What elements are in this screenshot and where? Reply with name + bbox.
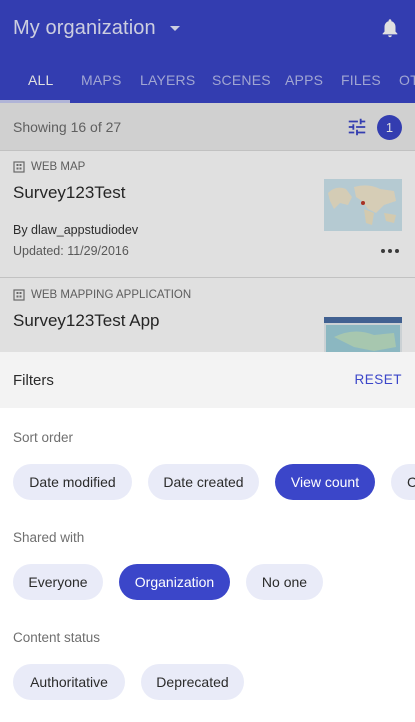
item-title: Survey123Test — [13, 183, 126, 202]
organization-icon — [13, 161, 25, 173]
shared-with-label: Shared with — [13, 530, 85, 545]
org-selector[interactable]: My organization — [13, 16, 180, 40]
tab-other[interactable]: OT — [399, 66, 415, 103]
shared-everyone-chip[interactable]: Everyone — [13, 564, 103, 600]
tab-apps[interactable]: APPS — [285, 66, 323, 103]
organization-icon — [13, 289, 25, 301]
org-title: My organization — [13, 16, 156, 39]
shared-organization-chip[interactable]: Organization — [119, 564, 230, 600]
active-filter-count-badge[interactable]: 1 — [377, 115, 402, 140]
caret-down-icon — [169, 25, 180, 31]
sort-order-label: Sort order — [13, 430, 74, 445]
item-type: WEB MAPPING APPLICATION — [13, 289, 191, 301]
tab-scenes[interactable]: SCENES — [212, 66, 271, 103]
item-updated: Updated: 11/29/2016 — [13, 244, 129, 258]
filters-title: Filters — [13, 372, 54, 389]
more-options-icon[interactable] — [379, 247, 401, 255]
item-title: Survey123Test App — [13, 311, 160, 330]
reset-button[interactable]: RESET — [354, 372, 402, 387]
filters-header: Filters RESET — [0, 352, 415, 408]
tab-layers[interactable]: LAYERS — [140, 66, 195, 103]
tab-all[interactable]: ALL — [28, 66, 54, 103]
map-thumbnail — [324, 179, 402, 231]
list-item[interactable]: WEB MAP Survey123Test By dlaw_appstudiod… — [0, 151, 415, 278]
filters-sheet: Filters RESET Sort order Date modified D… — [0, 352, 415, 722]
item-type: WEB MAP — [13, 161, 85, 173]
sort-more-chip[interactable]: C — [391, 464, 415, 500]
shared-no-one-chip[interactable]: No one — [246, 564, 323, 600]
sort-date-modified-chip[interactable]: Date modified — [13, 464, 132, 500]
app-header: My organization ALL MAPS LAYERS SCENES A… — [0, 0, 415, 103]
sort-view-count-chip[interactable]: View count — [275, 464, 375, 500]
content-status-label: Content status — [13, 630, 101, 645]
sort-date-created-chip[interactable]: Date created — [148, 464, 259, 500]
status-deprecated-chip[interactable]: Deprecated — [141, 664, 244, 700]
filter-sliders-icon[interactable] — [346, 116, 368, 138]
item-owner: By dlaw_appstudiodev — [13, 223, 139, 237]
content-tabs: ALL MAPS LAYERS SCENES APPS FILES OT — [0, 66, 415, 103]
results-count: Showing 16 of 27 — [13, 119, 122, 135]
tab-files[interactable]: FILES — [341, 66, 381, 103]
status-authoritative-chip[interactable]: Authoritative — [13, 664, 125, 700]
tab-maps[interactable]: MAPS — [81, 66, 121, 103]
bell-icon[interactable] — [379, 16, 401, 40]
